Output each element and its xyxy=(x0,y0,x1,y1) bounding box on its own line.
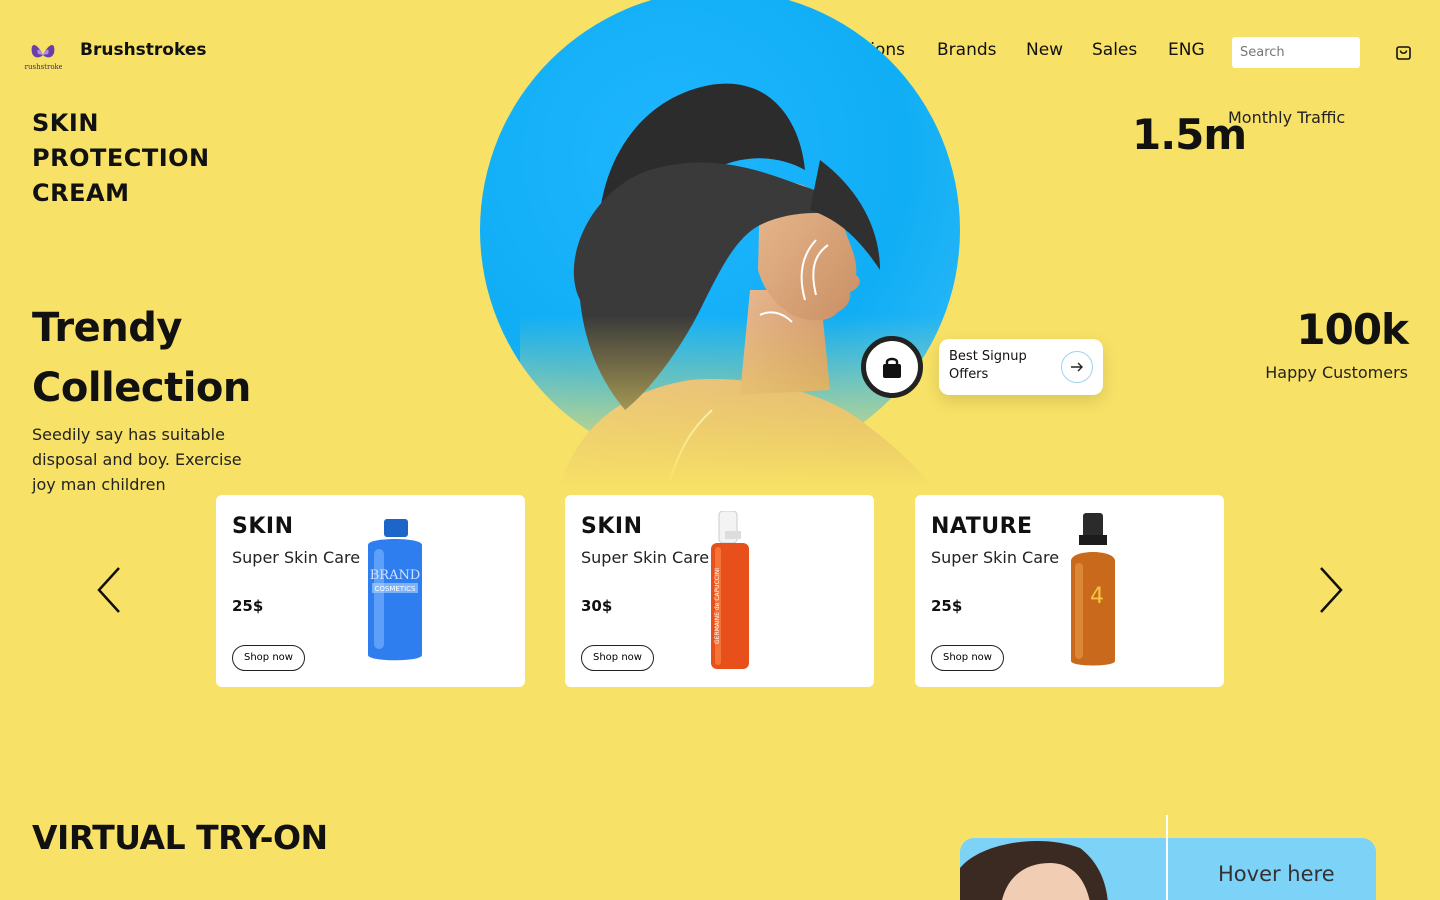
stat-traffic-label: Monthly Traffic xyxy=(1228,108,1346,127)
stat-customers-value: 100k xyxy=(1296,305,1409,354)
product-name: Super Skin Care xyxy=(581,548,710,567)
nav-new[interactable]: New xyxy=(1026,40,1063,60)
arrow-right-icon xyxy=(1071,362,1083,372)
product-image: GERMAINE de CAPUCCINI xyxy=(711,511,749,669)
chevron-left-icon xyxy=(97,567,120,613)
product-card[interactable]: NATURE Super Skin Care 25$ Shop now 4 xyxy=(915,495,1224,687)
product-image: 4 xyxy=(1071,513,1115,666)
product-price: 25$ xyxy=(232,597,264,615)
bottle-label-brand: BRAND xyxy=(370,568,421,583)
product-name: Super Skin Care xyxy=(232,548,361,567)
signup-offer-card[interactable]: Best Signup Offers xyxy=(939,339,1103,395)
tryon-hover-label[interactable]: Hover here xyxy=(1218,862,1335,886)
bottle-label-number: 4 xyxy=(1090,584,1104,609)
lock-bag-icon xyxy=(883,357,901,378)
signup-arrow-button[interactable] xyxy=(1061,351,1093,383)
bottle-label-type: COSMETICS xyxy=(375,585,417,593)
model-image xyxy=(520,60,960,486)
nav-sales[interactable]: Sales xyxy=(1092,40,1137,60)
nav-language[interactable]: ENG xyxy=(1168,40,1205,60)
shop-now-button[interactable]: Shop now xyxy=(232,645,305,671)
brand-name[interactable]: Brushstrokes xyxy=(80,40,206,60)
product-price: 25$ xyxy=(931,597,963,615)
brand-logo[interactable]: Brushstrokes xyxy=(24,33,62,71)
shopping-bag-icon[interactable] xyxy=(1395,44,1412,61)
bottle-label-brand: GERMAINE de CAPUCCINI xyxy=(714,568,721,644)
shop-now-button[interactable]: Shop now xyxy=(581,645,654,671)
tryon-divider-handle[interactable] xyxy=(1166,815,1168,900)
product-category: SKIN xyxy=(581,514,643,539)
hero-title-line-1: Trendy xyxy=(32,305,182,351)
tagline-line-1: SKIN xyxy=(32,109,99,137)
product-card[interactable]: SKIN Super Skin Care 30$ Shop now GERMAI… xyxy=(565,495,874,687)
product-category: NATURE xyxy=(931,514,1033,539)
product-price: 30$ xyxy=(581,597,613,615)
product-image: BRAND COSMETICS xyxy=(368,519,422,661)
product-name: Super Skin Care xyxy=(931,548,1060,567)
tagline-line-3: CREAM xyxy=(32,179,130,207)
carousel-next-button[interactable] xyxy=(1316,566,1346,614)
shop-now-button[interactable]: Shop now xyxy=(931,645,1004,671)
tagline-line-2: PROTECTION xyxy=(32,144,210,172)
product-card[interactable]: SKIN Super Skin Care 25$ Shop now BRAND … xyxy=(216,495,525,687)
logo-wordmark: Brushstrokes xyxy=(24,63,62,71)
virtual-tryon-title: VIRTUAL TRY-ON xyxy=(32,818,328,857)
hero-description: Seedily say has suitable disposal and bo… xyxy=(32,425,242,494)
chevron-right-icon xyxy=(1320,567,1343,613)
search-input[interactable] xyxy=(1232,37,1360,68)
product-category: SKIN xyxy=(232,514,294,539)
signup-offer-label: Best Signup Offers xyxy=(949,349,1027,382)
carousel-prev-button[interactable] xyxy=(94,566,124,614)
signup-bag-button[interactable] xyxy=(861,336,923,398)
nav-brands[interactable]: Brands xyxy=(937,40,997,60)
hero-title-line-2: Collection xyxy=(32,365,251,411)
stat-customers-label: Happy Customers xyxy=(1265,363,1408,382)
